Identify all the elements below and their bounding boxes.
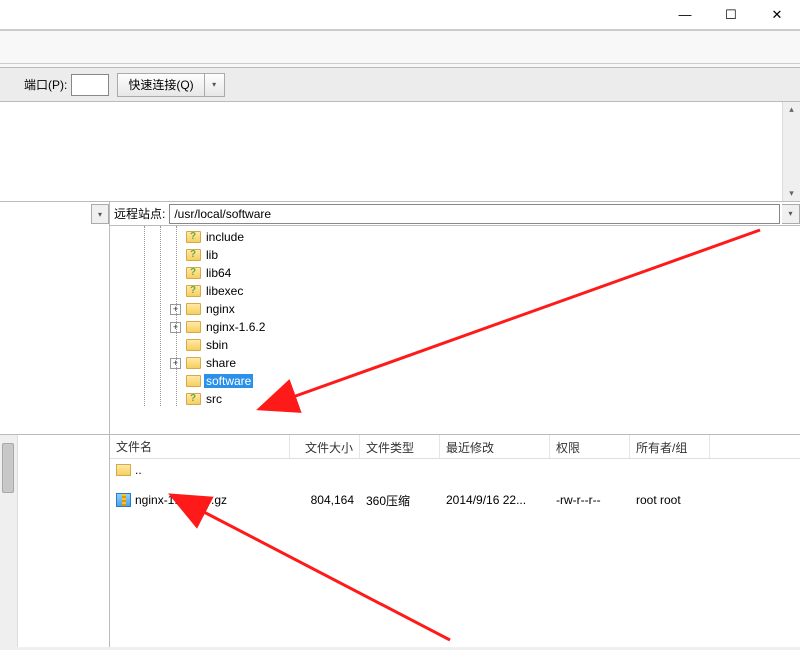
tree-item-label: lib64 <box>204 266 233 280</box>
folder-icon <box>186 339 201 351</box>
file-modified: 2014/9/16 22... <box>440 493 550 507</box>
tree-item[interactable]: sbin <box>110 336 800 354</box>
chevron-down-icon: ▾ <box>98 210 102 219</box>
port-label: 端口(P): <box>24 76 67 93</box>
tree-item[interactable]: lib64 <box>110 264 800 282</box>
tree-item[interactable]: software <box>110 372 800 390</box>
remote-site-label: 远程站点: <box>110 205 169 222</box>
tree-item-label: share <box>204 356 238 370</box>
local-tree-stub: ▾ <box>0 202 110 434</box>
tree-guide <box>176 226 177 406</box>
local-list-scrollbar[interactable] <box>0 435 18 647</box>
col-type[interactable]: 文件类型 <box>360 435 440 458</box>
local-path-dropdown[interactable]: ▾ <box>91 204 109 224</box>
maximize-button[interactable]: ☐ <box>708 0 754 30</box>
window-titlebar: — ☐ ✕ <box>0 0 800 30</box>
toolbar-stripe <box>0 30 800 64</box>
file-row-up[interactable]: .. <box>110 459 800 481</box>
scrollbar-thumb[interactable] <box>2 443 14 493</box>
tree-guide <box>144 226 145 406</box>
tree-item-label: nginx <box>204 302 237 316</box>
tree-item-label: libexec <box>204 284 245 298</box>
file-type: 360压缩 <box>360 492 440 509</box>
minimize-button[interactable]: — <box>662 0 708 30</box>
folder-icon <box>186 375 201 387</box>
tree-item[interactable]: +nginx-1.6.2 <box>110 318 800 336</box>
tree-item-label: src <box>204 392 224 406</box>
col-size[interactable]: 文件大小 <box>290 435 360 458</box>
remote-filelist: 文件名 文件大小 文件类型 最近修改 权限 所有者/组 .. nginx-1.6… <box>110 435 800 647</box>
col-perms[interactable]: 权限 <box>550 435 630 458</box>
file-perm: -rw-r--r-- <box>550 493 630 507</box>
quick-connect-button[interactable]: 快速连接(Q) <box>117 73 204 97</box>
tree-item-label: software <box>204 374 253 388</box>
chevron-down-icon: ▾ <box>212 80 216 89</box>
file-header-row: 文件名 文件大小 文件类型 最近修改 权限 所有者/组 <box>110 435 800 459</box>
tree-item[interactable]: src <box>110 390 800 408</box>
col-name[interactable]: 文件名 <box>110 435 290 458</box>
folder-icon <box>186 321 201 333</box>
remote-path-dropdown[interactable]: ▾ <box>782 204 800 224</box>
folder-icon <box>186 285 201 297</box>
scroll-down-icon: ▾ <box>789 188 794 199</box>
file-size: 804,164 <box>290 493 360 507</box>
file-panes: 文件名 文件大小 文件类型 最近修改 权限 所有者/组 .. nginx-1.6… <box>0 434 800 647</box>
tree-item[interactable]: lib <box>110 246 800 264</box>
folder-icon <box>186 393 201 405</box>
tree-item-label: include <box>204 230 246 244</box>
tree-item[interactable]: include <box>110 228 800 246</box>
tree-item[interactable]: +nginx <box>110 300 800 318</box>
local-filelist-stub <box>0 435 110 647</box>
folder-icon <box>186 357 201 369</box>
tree-item[interactable]: libexec <box>110 282 800 300</box>
chevron-down-icon: ▾ <box>788 209 792 218</box>
archive-icon <box>116 493 131 507</box>
file-name: nginx-1.6.2.tar.gz <box>135 493 227 507</box>
scroll-up-icon: ▴ <box>789 104 794 115</box>
file-row[interactable]: nginx-1.6.2.tar.gz 804,164 360压缩 2014/9/… <box>110 489 800 511</box>
directory-panes: ▾ 远程站点: ▾ include lib lib64 libexec +nginx+n… <box>0 202 800 434</box>
remote-path-row: 远程站点: ▾ <box>110 202 800 226</box>
tree-item[interactable]: +share <box>110 354 800 372</box>
remote-tree[interactable]: include lib lib64 libexec +nginx+nginx-1.6.2… <box>110 226 800 434</box>
folder-icon <box>186 249 201 261</box>
folder-icon <box>186 303 201 315</box>
connect-bar: 端口(P): 快速连接(Q) ▾ <box>0 68 800 102</box>
folder-icon <box>116 464 131 476</box>
remote-pane: 远程站点: ▾ include lib lib64 libexec +nginx+ngi… <box>110 202 800 434</box>
log-scrollbar[interactable]: ▴ ▾ <box>782 102 800 201</box>
close-button[interactable]: ✕ <box>754 0 800 30</box>
col-owner[interactable]: 所有者/组 <box>630 435 710 458</box>
tree-item-label: nginx-1.6.2 <box>204 320 267 334</box>
tree-guide <box>160 226 161 406</box>
folder-icon <box>186 231 201 243</box>
col-modified[interactable]: 最近修改 <box>440 435 550 458</box>
folder-icon <box>186 267 201 279</box>
tree-item-label: lib <box>204 248 220 262</box>
port-input[interactable] <box>71 74 109 96</box>
quick-connect-dropdown[interactable]: ▾ <box>205 73 225 97</box>
tree-item-label: sbin <box>204 338 230 352</box>
file-name: .. <box>135 463 142 477</box>
log-pane: ▴ ▾ <box>0 102 800 202</box>
remote-path-input[interactable] <box>169 204 780 224</box>
file-owner: root root <box>630 493 710 507</box>
